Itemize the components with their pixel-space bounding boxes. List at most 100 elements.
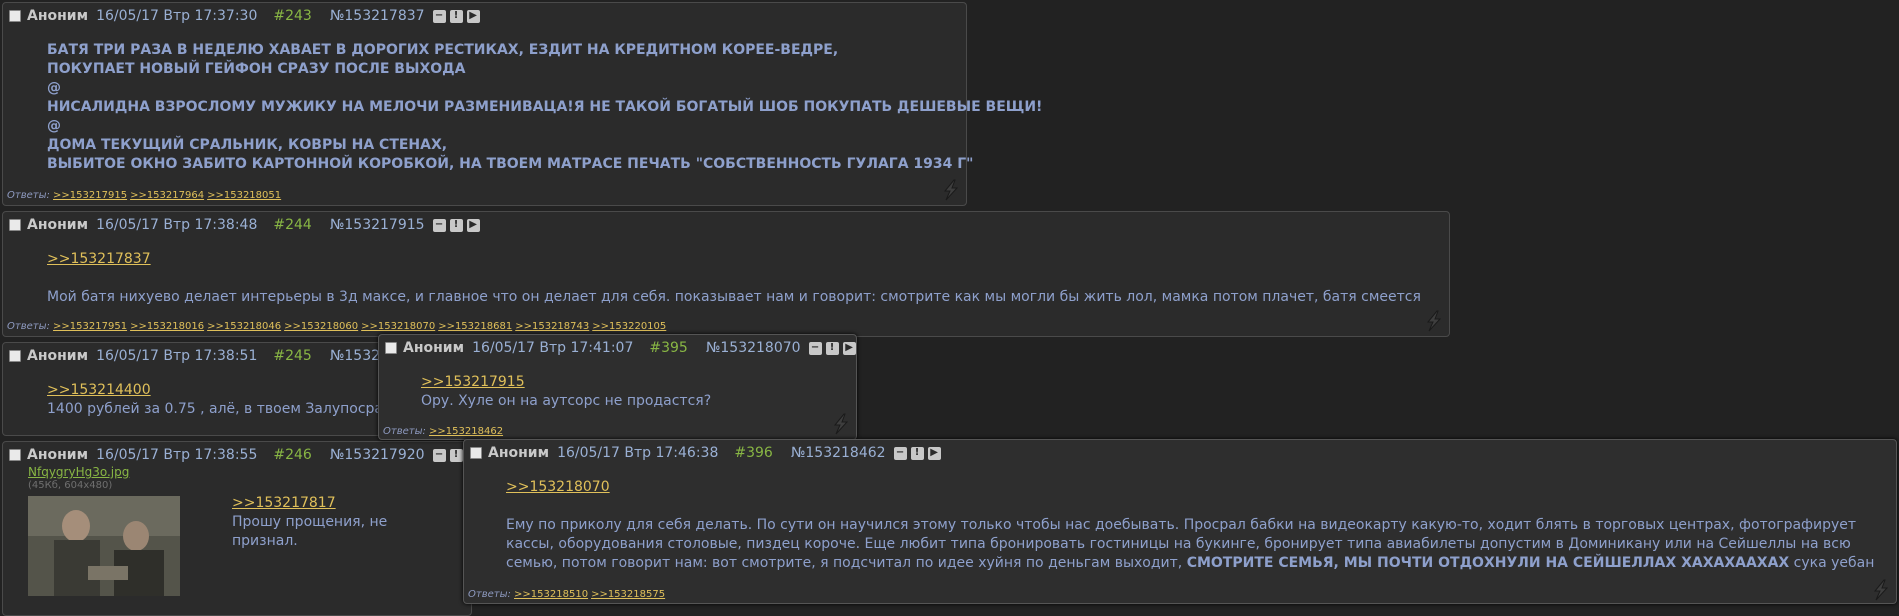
post-id[interactable]: №153217837 [330, 8, 425, 24]
exclamation-icon[interactable]: ! [910, 446, 924, 460]
post-line: Ему по приколу для себя делать. По сути … [506, 517, 1857, 533]
post-date: 16/05/17 Втр 17:37:30 [96, 8, 258, 24]
post-line: семью, потом говорит нам: вот смотрите, … [506, 554, 1874, 573]
file-info: NfqygryHg3o.jpg (45Кб, 604x480) [28, 466, 129, 492]
quote-link[interactable]: >>153217837 [47, 251, 151, 267]
minus-icon[interactable]: − [432, 9, 446, 23]
post-line: Прошу прощения, не [232, 514, 388, 530]
post-body: >>153217915 Ору. Хуле он на аутсорс не п… [421, 373, 711, 411]
reply-link[interactable]: >>153218510 [514, 589, 588, 600]
post-245: Аноним 16/05/17 Втр 17:38:51 #245 №15321… [2, 342, 402, 436]
file-name-link[interactable]: NfqygryHg3o.jpg [28, 465, 129, 479]
minus-icon[interactable]: − [808, 341, 822, 355]
reply-link[interactable]: >>153217915 [53, 190, 127, 201]
post-text: Мой батя нихуево делает интерьеры в 3д м… [47, 289, 1421, 305]
post-line: признал. [232, 533, 298, 549]
replies-label: Ответы: [7, 321, 50, 332]
replies-label: Ответы: [468, 589, 511, 600]
post-number[interactable]: #246 [273, 447, 311, 463]
photo-scene [28, 496, 180, 596]
post-select-checkbox[interactable] [385, 342, 397, 354]
post-header: Аноним 16/05/17 Втр 17:37:30 #243 №15321… [9, 7, 484, 25]
post-line: БАТЯ ТРИ РАЗА В НЕДЕЛЮ ХАВАЕТ В ДОРОГИХ … [47, 42, 839, 58]
post-id[interactable]: №153218070 [706, 340, 801, 356]
popup-post-395: Аноним 16/05/17 Втр 17:41:07 #395 №15321… [378, 334, 857, 440]
post-header: Аноним 16/05/17 Втр 17:38:51 #245 №15321 [9, 347, 397, 365]
post-author: Аноним [488, 445, 550, 461]
post-line: @ [47, 80, 61, 96]
minus-icon[interactable]: − [432, 218, 446, 232]
post-author: Аноним [403, 340, 465, 356]
reply-link[interactable]: >>153218046 [207, 321, 281, 332]
post-author: Аноним [27, 348, 89, 364]
post-author: Аноним [27, 8, 89, 24]
post-line: ПОКУПАЕТ НОВЫЙ ГЕЙФОН СРАЗУ ПОСЛЕ ВЫХОДА [47, 61, 466, 77]
reply-link[interactable]: >>153217951 [53, 321, 127, 332]
reply-link[interactable]: >>153218016 [130, 321, 204, 332]
post-date: 16/05/17 Втр 17:38:51 [96, 348, 258, 364]
quote-link[interactable]: >>153217817 [232, 495, 336, 511]
reply-link[interactable]: >>153218051 [207, 190, 281, 201]
post-select-checkbox[interactable] [470, 447, 482, 459]
post-number[interactable]: #244 [273, 217, 311, 233]
lightning-icon[interactable] [830, 413, 852, 435]
exclamation-icon[interactable]: ! [825, 341, 839, 355]
post-number[interactable]: #395 [649, 340, 687, 356]
post-body: >>153218070 Ему по приколу для себя дела… [506, 478, 1874, 573]
post-number[interactable]: #243 [273, 8, 311, 24]
exclamation-icon[interactable]: ! [449, 448, 463, 462]
post-date: 16/05/17 Втр 17:38:48 [96, 217, 258, 233]
exclamation-icon[interactable]: ! [449, 9, 463, 23]
post-id[interactable]: №153217920 [330, 447, 425, 463]
post-replies: Ответы: >>153218462 [383, 426, 506, 437]
file-meta: (45Кб, 604x480) [28, 480, 113, 491]
post-line: НИСАЛИДНА ВЗРОСЛОМУ МУЖИКУ НА МЕЛОЧИ РАЗ… [47, 99, 1043, 115]
quote-link[interactable]: >>153214400 [47, 382, 151, 398]
reply-link[interactable]: >>153218681 [438, 321, 512, 332]
post-text: Ору. Хуле он на аутсорс не продастся? [421, 393, 712, 409]
play-icon[interactable]: ▶ [842, 341, 856, 355]
post-id[interactable]: №153217915 [330, 217, 425, 233]
quote-link[interactable]: >>153218070 [506, 479, 610, 495]
post-243: Аноним 16/05/17 Втр 17:37:30 #243 №15321… [2, 2, 1042, 206]
post-header: Аноним 16/05/17 Втр 17:46:38 #396 №15321… [470, 444, 945, 462]
post-select-checkbox[interactable] [9, 449, 21, 461]
post-number[interactable]: #245 [273, 348, 311, 364]
lightning-icon[interactable] [1423, 310, 1445, 332]
post-text-segment: сука уебан [1789, 555, 1875, 571]
image-thumbnail[interactable] [28, 496, 180, 596]
play-icon[interactable]: ▶ [927, 446, 941, 460]
quote-link[interactable]: >>153217915 [421, 374, 525, 390]
post-body: БАТЯ ТРИ РАЗА В НЕДЕЛЮ ХАВАЕТ В ДОРОГИХ … [47, 41, 1042, 174]
lightning-icon[interactable] [940, 179, 962, 201]
minus-icon[interactable]: − [432, 448, 446, 462]
post-id[interactable]: №153218462 [791, 445, 886, 461]
post-number[interactable]: #396 [734, 445, 772, 461]
post-date: 16/05/17 Втр 17:41:07 [472, 340, 634, 356]
reply-link[interactable]: >>153218575 [591, 589, 665, 600]
reply-link[interactable]: >>153220105 [592, 321, 666, 332]
play-icon[interactable]: ▶ [466, 9, 480, 23]
replies-label: Ответы: [383, 426, 426, 437]
post-replies: Ответы: >>153217951 >>153218016 >>15321804… [7, 321, 669, 332]
post-body: >>153214400 1400 рублей за 0.75 , алё, в… [47, 381, 383, 419]
play-icon[interactable]: ▶ [466, 218, 480, 232]
reply-link[interactable]: >>153218743 [515, 321, 589, 332]
post-select-checkbox[interactable] [9, 10, 21, 22]
reply-link[interactable]: >>153217964 [130, 190, 204, 201]
reply-link[interactable]: >>153218070 [361, 321, 435, 332]
minus-icon[interactable]: − [893, 446, 907, 460]
post-header: Аноним 16/05/17 Втр 17:41:07 #395 №15321… [385, 339, 860, 357]
post-header: Аноним 16/05/17 Втр 17:38:55 #246 №15321… [9, 446, 484, 464]
exclamation-icon[interactable]: ! [449, 218, 463, 232]
reply-link[interactable]: >>153218462 [429, 426, 503, 437]
post-select-checkbox[interactable] [9, 350, 21, 362]
post-line: кассы, оборудования столовые, пиздец кор… [506, 536, 1851, 552]
post-date: 16/05/17 Втр 17:46:38 [557, 445, 719, 461]
reply-link[interactable]: >>153218060 [284, 321, 358, 332]
lightning-icon[interactable] [1870, 579, 1892, 601]
post-246: Аноним 16/05/17 Втр 17:38:55 #246 №15321… [2, 441, 480, 616]
post-line: ДОМА ТЕКУЩИЙ СРАЛЬНИК, КОВРЫ НА СТЕНАХ, [47, 137, 448, 153]
post-header: Аноним 16/05/17 Втр 17:38:48 #244 №15321… [9, 216, 484, 234]
post-select-checkbox[interactable] [9, 219, 21, 231]
